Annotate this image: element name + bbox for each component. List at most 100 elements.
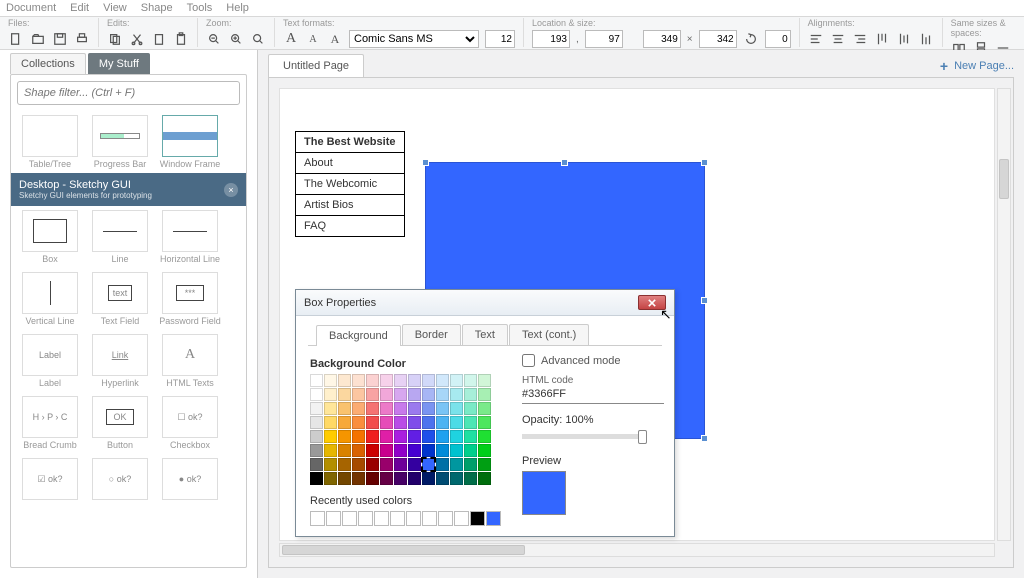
menu-shape[interactable]: Shape [141, 2, 173, 14]
palette-color[interactable] [478, 430, 491, 443]
palette-color[interactable] [310, 472, 323, 485]
recent-color[interactable] [310, 511, 325, 526]
shape-radio-off[interactable]: ○ ok? [85, 456, 155, 504]
palette-color[interactable] [408, 444, 421, 457]
menu-tools[interactable]: Tools [187, 2, 213, 14]
palette-color[interactable] [380, 416, 393, 429]
new-file-icon[interactable] [8, 31, 24, 47]
palette-color[interactable] [352, 444, 365, 457]
category-close-icon[interactable]: × [224, 183, 238, 197]
shape-cb-checked[interactable]: ☑ ok? [15, 456, 85, 504]
h-scrollbar-thumb[interactable] [282, 545, 525, 555]
palette-color[interactable] [450, 402, 463, 415]
new-page-link[interactable]: New Page... [954, 60, 1014, 72]
palette-color[interactable] [422, 458, 435, 471]
handle-ne[interactable] [701, 159, 708, 166]
palette-color[interactable] [422, 472, 435, 485]
palette-color[interactable] [366, 430, 379, 443]
loc-y-input[interactable] [585, 30, 623, 48]
palette-color[interactable] [436, 444, 449, 457]
shape-window-frame[interactable]: Window Frame [155, 113, 225, 171]
palette-color[interactable] [380, 458, 393, 471]
palette-color[interactable] [310, 430, 323, 443]
palette-color[interactable] [324, 458, 337, 471]
palette-color[interactable] [464, 402, 477, 415]
palette-color[interactable] [338, 458, 351, 471]
palette-color[interactable] [450, 416, 463, 429]
shape-table-tree[interactable]: Table/Tree [15, 113, 85, 171]
palette-color[interactable] [450, 388, 463, 401]
palette-color[interactable] [338, 388, 351, 401]
cut-icon[interactable] [129, 31, 145, 47]
align-top-icon[interactable] [874, 31, 890, 47]
palette-color[interactable] [324, 402, 337, 415]
palette-color[interactable] [408, 458, 421, 471]
text-font-icon[interactable]: A [327, 31, 343, 47]
palette-color[interactable] [478, 402, 491, 415]
paste-icon[interactable] [173, 31, 189, 47]
palette-color[interactable] [450, 430, 463, 443]
palette-color[interactable] [464, 458, 477, 471]
palette-color[interactable] [366, 388, 379, 401]
palette-color[interactable] [338, 416, 351, 429]
palette-color[interactable] [352, 472, 365, 485]
palette-color[interactable] [338, 374, 351, 387]
palette-color[interactable] [464, 416, 477, 429]
shape-vline[interactable]: Vertical Line [15, 270, 85, 328]
recent-color[interactable] [454, 511, 469, 526]
size-h-input[interactable] [699, 30, 737, 48]
shape-htmltext[interactable]: AHTML Texts [155, 332, 225, 390]
palette-color[interactable] [310, 444, 323, 457]
palette-color[interactable] [352, 402, 365, 415]
palette-color[interactable] [310, 388, 323, 401]
palette-color[interactable] [478, 472, 491, 485]
palette-color[interactable] [478, 444, 491, 457]
dialog-titlebar[interactable]: Box Properties [296, 290, 674, 316]
palette-color[interactable] [310, 458, 323, 471]
palette-color[interactable] [394, 458, 407, 471]
palette-color[interactable] [324, 416, 337, 429]
dlg-tab-border[interactable]: Border [402, 324, 461, 345]
shape-textfield[interactable]: textText Field [85, 270, 155, 328]
palette-color[interactable] [324, 444, 337, 457]
shape-hline[interactable]: Horizontal Line [155, 208, 225, 266]
palette-color[interactable] [422, 388, 435, 401]
palette-color[interactable] [422, 402, 435, 415]
handle-nw[interactable] [422, 159, 429, 166]
palette-color[interactable] [380, 444, 393, 457]
palette-color[interactable] [352, 458, 365, 471]
text-larger-icon[interactable]: A [283, 31, 299, 47]
palette-color[interactable] [366, 374, 379, 387]
h-scrollbar[interactable] [279, 543, 995, 557]
save-icon[interactable] [52, 31, 68, 47]
palette-color[interactable] [464, 472, 477, 485]
tab-my-stuff[interactable]: My Stuff [88, 53, 150, 74]
palette-color[interactable] [366, 402, 379, 415]
palette-color[interactable] [352, 388, 365, 401]
shape-checkbox[interactable]: ☐ ok?Checkbox [155, 394, 225, 452]
palette-color[interactable] [408, 472, 421, 485]
website-mock[interactable]: The Best Website About The Webcomic Arti… [295, 131, 405, 237]
dlg-tab-background[interactable]: Background [316, 325, 401, 346]
palette-color[interactable] [394, 416, 407, 429]
open-file-icon[interactable] [30, 31, 46, 47]
dlg-tab-text-cont[interactable]: Text (cont.) [509, 324, 589, 345]
zoom-fit-icon[interactable] [250, 31, 266, 47]
shapes-scroll[interactable]: Table/Tree Progress Bar Window Frame Des… [11, 111, 246, 567]
palette-color[interactable] [408, 374, 421, 387]
recent-color[interactable] [358, 511, 373, 526]
palette-color[interactable] [394, 388, 407, 401]
palette-color[interactable] [478, 388, 491, 401]
copy-icon[interactable] [107, 31, 123, 47]
zoom-out-icon[interactable] [206, 31, 222, 47]
tab-collections[interactable]: Collections [10, 53, 86, 74]
palette-color[interactable] [394, 430, 407, 443]
recent-colors[interactable] [310, 511, 502, 526]
palette-color[interactable] [436, 374, 449, 387]
align-left-icon[interactable] [808, 31, 824, 47]
shape-filter-input[interactable] [17, 81, 240, 105]
palette-color[interactable] [450, 374, 463, 387]
palette-color[interactable] [366, 416, 379, 429]
palette-color[interactable] [380, 388, 393, 401]
recent-color[interactable] [438, 511, 453, 526]
